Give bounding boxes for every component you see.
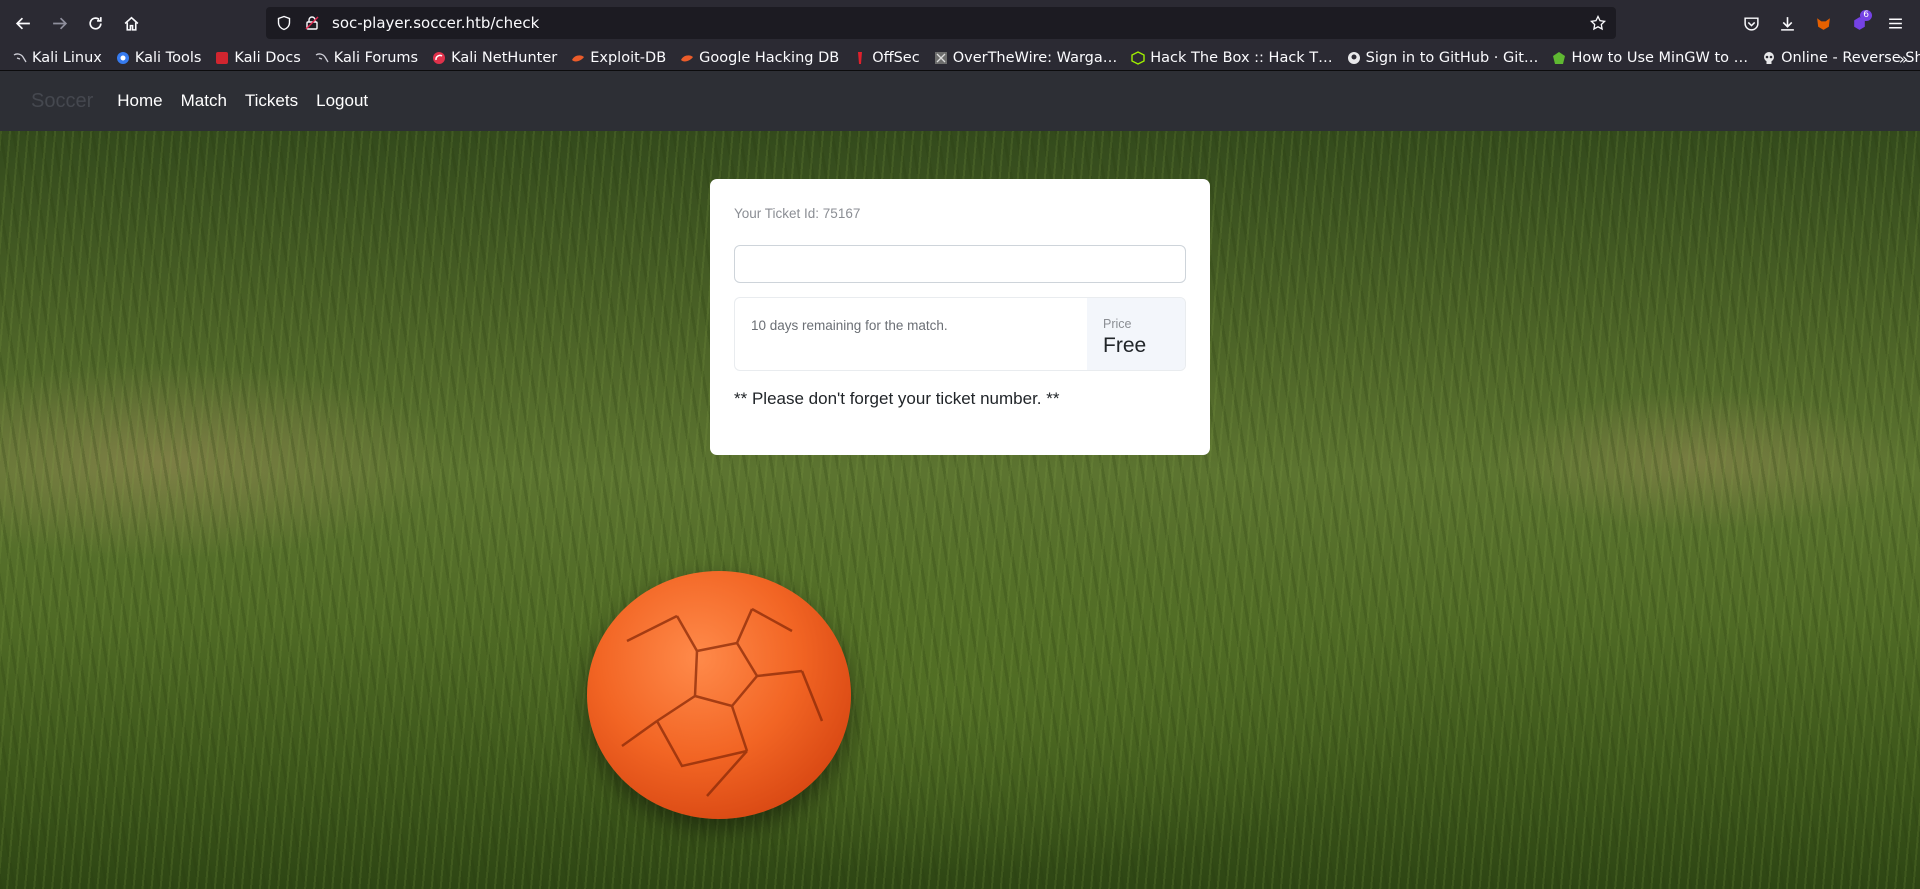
back-button[interactable]	[8, 8, 38, 38]
bookmark-kali-tools[interactable]: Kali Tools	[111, 46, 207, 70]
ticket-id-label: Your Ticket Id: 75167	[734, 206, 861, 221]
url-text[interactable]: soc-player.soccer.htb/check	[332, 14, 539, 32]
price-label: Price	[1103, 317, 1132, 331]
bookmark-reverse-shell[interactable]: Online - Reverse Shell …	[1757, 46, 1920, 70]
site-brand[interactable]: Soccer	[31, 90, 93, 113]
skull-icon	[1762, 51, 1776, 65]
page-info-icon[interactable]	[304, 15, 320, 31]
pocket-icon	[1743, 16, 1759, 31]
bookmark-exploit-db[interactable]: Exploit-DB	[566, 46, 671, 70]
price-value: Free	[1103, 334, 1147, 357]
ticket-info-box: 10 days remaining for the match. Price F…	[734, 297, 1186, 371]
ticket-number-input[interactable]	[734, 245, 1186, 283]
github-icon	[1347, 51, 1361, 65]
extension-badge: 6	[1860, 10, 1872, 21]
htb-cube-icon	[1131, 51, 1145, 65]
bookmark-mingw[interactable]: How to Use MinGW to …	[1547, 46, 1753, 70]
download-icon	[1780, 16, 1794, 31]
bookmark-kali-nethunter[interactable]: Kali NetHunter	[427, 46, 562, 70]
ticket-check-card: Your Ticket Id: 75167 10 days remaining …	[710, 179, 1210, 455]
shield-icon[interactable]	[276, 15, 292, 31]
browser-toolbar: soc-player.soccer.htb/check 6	[0, 0, 1920, 46]
nav-link-home[interactable]: Home	[117, 91, 162, 111]
hamburger-menu-icon	[1888, 17, 1902, 29]
bookmark-kali-forums[interactable]: Kali Forums	[310, 46, 423, 70]
web-page: Soccer Home Match Tickets Logout Your Ti…	[0, 71, 1920, 889]
nethunter-icon	[432, 51, 446, 65]
offsec-icon	[853, 51, 867, 65]
address-bar[interactable]: soc-player.soccer.htb/check	[266, 7, 1616, 39]
bookmark-kali-docs[interactable]: Kali Docs	[210, 46, 305, 70]
home-icon	[124, 16, 138, 31]
overthewire-icon	[934, 51, 948, 65]
soccer-ball-image	[587, 571, 851, 819]
downloads-button[interactable]	[1772, 8, 1802, 38]
reload-button[interactable]	[80, 8, 110, 38]
arrow-right-icon	[52, 17, 67, 29]
extension-button[interactable]: 6	[1844, 8, 1874, 38]
foxyproxy-button[interactable]	[1808, 8, 1838, 38]
bookmark-kali-linux[interactable]: Kali Linux	[8, 46, 107, 70]
forward-button[interactable]	[44, 8, 74, 38]
days-remaining-text: 10 days remaining for the match.	[751, 318, 948, 333]
bookmark-star-icon[interactable]	[1589, 14, 1607, 31]
app-menu-button[interactable]	[1880, 8, 1910, 38]
home-button[interactable]	[116, 8, 146, 38]
fox-icon	[1816, 17, 1830, 30]
bookmark-hack-the-box[interactable]: Hack The Box :: Hack T…	[1126, 46, 1337, 70]
exploitdb-icon	[571, 51, 585, 65]
mingw-icon	[1552, 51, 1566, 65]
bookmarks-overflow-icon[interactable]: »	[1899, 50, 1908, 68]
kali-dragon-icon	[315, 51, 329, 65]
arrow-left-icon	[15, 17, 30, 29]
price-panel: Price Free	[1087, 298, 1185, 370]
kali-tools-icon	[116, 51, 130, 65]
nav-link-tickets[interactable]: Tickets	[245, 91, 298, 111]
bookmark-offsec[interactable]: OffSec	[848, 46, 925, 70]
bookmark-google-hacking-db[interactable]: Google Hacking DB	[675, 46, 844, 70]
ticket-reminder-text: ** Please don't forget your ticket numbe…	[734, 389, 1060, 408]
kali-docs-icon	[215, 51, 229, 65]
pocket-button[interactable]	[1736, 8, 1766, 38]
exploitdb-icon	[680, 51, 694, 65]
site-navbar: Soccer Home Match Tickets Logout	[0, 71, 1920, 131]
nav-link-match[interactable]: Match	[181, 91, 227, 111]
bookmark-github[interactable]: Sign in to GitHub · Git…	[1342, 46, 1544, 70]
bookmark-overthewire[interactable]: OverTheWire: Warga…	[929, 46, 1123, 70]
kali-dragon-icon	[13, 51, 27, 65]
reload-icon	[88, 16, 102, 30]
bookmarks-toolbar: Kali Linux Kali Tools Kali Docs Kali For…	[0, 46, 1920, 71]
nav-link-logout[interactable]: Logout	[316, 91, 368, 111]
